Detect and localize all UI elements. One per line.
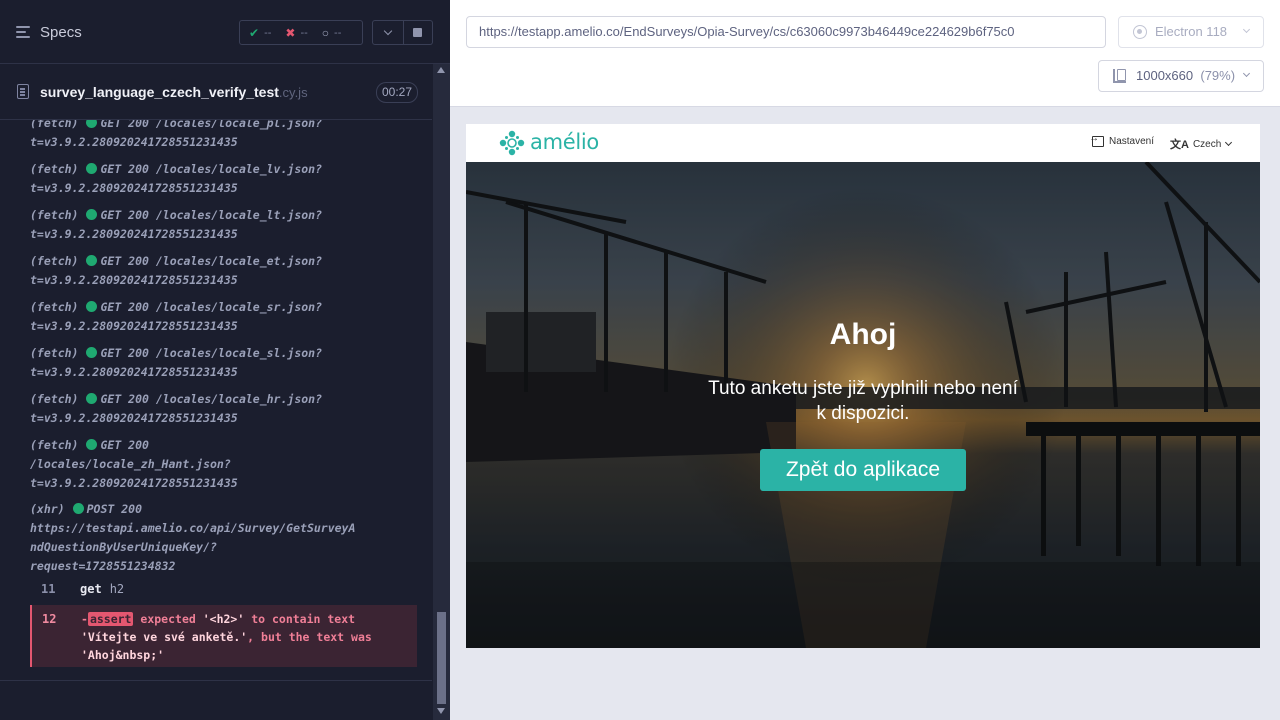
amelio-logo-icon	[499, 130, 525, 156]
scroll-down-icon[interactable]	[437, 708, 445, 714]
passed-count: ✔ --	[249, 25, 272, 40]
back-to-app-button[interactable]: Zpět do aplikace	[760, 449, 966, 491]
translate-icon: 文A	[1170, 139, 1189, 151]
aut-panel: https://testapp.amelio.co/EndSurveys/Opi…	[450, 0, 1280, 720]
chevron-down-icon	[1242, 69, 1251, 78]
log-entry[interactable]: (fetch) GET 200 /locales/locale_lv.json? …	[30, 160, 417, 198]
amelio-logo[interactable]: amélio	[530, 130, 599, 154]
app-navbar: amélio Nastavení 文A Czech	[466, 124, 1260, 162]
settings-link[interactable]: Nastavení	[1089, 133, 1154, 147]
specs-list-icon[interactable]	[16, 26, 32, 40]
command-log-panel: Specs ✔ -- ✖ -- ○ -- survey_language_czech_…	[0, 0, 450, 720]
language-selector[interactable]: 文A Czech	[1170, 136, 1233, 152]
log-entry-xhr[interactable]: (xhr) POST 200 https://testapi.amelio.co/…	[30, 500, 417, 576]
assertion-error[interactable]: 12 - assert expected '<h2>' to contain te…	[30, 605, 417, 667]
chevron-down-icon	[1225, 138, 1233, 147]
login-icon	[1089, 133, 1104, 147]
electron-icon	[1133, 25, 1147, 39]
viewport-info[interactable]: 1000x660 (79%)	[1098, 60, 1264, 92]
scrollbar-thumb[interactable]	[437, 612, 446, 704]
log-entry[interactable]: (fetch) GET 200 /locales/locale_pl.json? …	[30, 120, 417, 152]
log-entry[interactable]: (fetch) GET 200 /locales/locale_hr.json? …	[30, 390, 417, 428]
ruler-icon	[1113, 69, 1126, 83]
page-subtitle: Tuto anketu jste již vyplnili nebo není …	[708, 378, 1018, 424]
chevron-down-icon	[1242, 25, 1251, 34]
pending-count: ○ --	[321, 25, 342, 40]
command-get[interactable]: 11 get h2	[30, 582, 417, 600]
url-bar[interactable]: https://testapp.amelio.co/EndSurveys/Opi…	[466, 16, 1106, 48]
spec-header: survey_language_czech_verify_test.cy.js …	[0, 65, 432, 120]
check-icon: ✔	[249, 25, 260, 40]
scroll-up-icon[interactable]	[437, 67, 445, 73]
page-title: Ahoj	[829, 318, 897, 351]
log-entry[interactable]: (fetch) GET 200 /locales/locale_sl.json? …	[30, 344, 417, 382]
cross-icon: ✖	[285, 25, 296, 40]
specs-label[interactable]: Specs	[40, 24, 82, 41]
hero-banner: Ahoj Tuto anketu jste již vyplnili nebo …	[466, 162, 1260, 648]
spec-file-name[interactable]: survey_language_czech_verify_test.cy.js	[40, 84, 308, 100]
runner-topbar: Specs ✔ -- ✖ -- ○ --	[0, 0, 450, 64]
log-entry[interactable]: (fetch) GET 200 /locales/locale_lt.json? …	[30, 206, 417, 244]
assert-badge: assert	[87, 612, 134, 626]
failed-count: ✖ --	[285, 25, 308, 40]
aut-header: https://testapp.amelio.co/EndSurveys/Opi…	[450, 0, 1280, 107]
chevron-down-icon[interactable]	[372, 20, 404, 45]
divider	[0, 680, 432, 681]
assertion-message: - assert expected '<h2>' to contain text …	[81, 612, 372, 662]
app-under-test: amélio Nastavení 文A Czech	[466, 124, 1260, 648]
pending-icon: ○	[321, 25, 330, 40]
browser-selector[interactable]: Electron 118	[1118, 16, 1264, 48]
file-icon	[17, 84, 29, 99]
log-entry[interactable]: (fetch) GET 200 /locales/locale_et.json? …	[30, 252, 417, 290]
stop-icon[interactable]	[403, 20, 433, 45]
log-entry[interactable]: (fetch) GET 200 /locales/locale_sr.json? …	[30, 298, 417, 336]
spec-duration: 00:27	[376, 82, 419, 103]
test-stats: ✔ -- ✖ -- ○ --	[239, 20, 363, 45]
log-entry[interactable]: (fetch) GET 200 /locales/locale_zh_Hant.j…	[30, 436, 417, 493]
